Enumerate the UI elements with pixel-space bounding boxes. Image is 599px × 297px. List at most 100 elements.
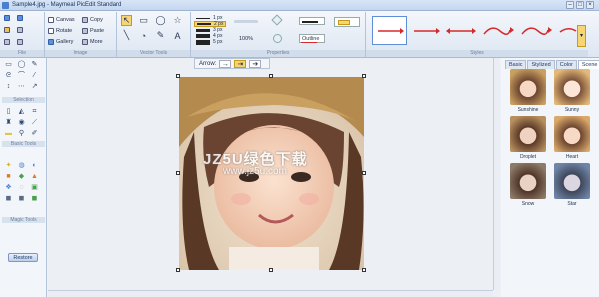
arrow-toolbar: Arrow: → ⇥ ➔ bbox=[194, 58, 270, 69]
print-icon[interactable] bbox=[17, 27, 23, 33]
magic-heal-icon[interactable]: ◼ bbox=[30, 195, 39, 203]
rect-select-icon[interactable]: ▭ bbox=[4, 61, 13, 69]
polygon-lasso-icon[interactable]: ⌒ bbox=[17, 72, 26, 80]
eraser-icon[interactable]: ▯ bbox=[4, 108, 13, 116]
arrow-type-1-icon[interactable]: → bbox=[219, 59, 232, 68]
arrow-style-gallery[interactable] bbox=[372, 16, 582, 46]
red-eye-icon[interactable]: ◉ bbox=[17, 119, 26, 127]
brush-select-icon[interactable]: ✎ bbox=[30, 61, 39, 69]
undo-icon[interactable] bbox=[4, 39, 10, 45]
tab-color[interactable]: Color bbox=[555, 60, 577, 69]
effect-thumbnail bbox=[554, 116, 590, 152]
magic-blur-icon[interactable]: ◍ bbox=[17, 162, 26, 170]
freehand-tool-icon[interactable]: ✎ bbox=[155, 30, 166, 41]
select-all-icon[interactable]: ⋯ bbox=[17, 83, 26, 91]
effect-droplet[interactable]: Droplet bbox=[506, 116, 550, 163]
resize-handle-l[interactable] bbox=[176, 171, 180, 175]
line-width-list[interactable]: 1 px 2 px 3 px 4 px 5 px bbox=[194, 15, 226, 45]
resize-handle-br[interactable] bbox=[362, 268, 366, 272]
minimize-button[interactable]: – bbox=[566, 1, 574, 9]
effect-snow[interactable]: Snow bbox=[506, 163, 550, 210]
magic-warm-icon[interactable]: ■ bbox=[4, 173, 13, 181]
fill-style-dropdown[interactable] bbox=[334, 17, 360, 27]
stamp-icon[interactable]: ♜ bbox=[4, 119, 13, 127]
magic-tools: ✦ ◍ ◐ ■ ◆ ▲ ❖ ◌ ▣ ◼ ◼ ◼ bbox=[4, 162, 42, 205]
resize-handle-bl[interactable] bbox=[176, 268, 180, 272]
pencil-icon[interactable]: ✐ bbox=[30, 130, 39, 138]
tab-stylized[interactable]: Stylized bbox=[527, 60, 555, 69]
fill-icon[interactable] bbox=[271, 14, 283, 26]
styles-group-label: Styles bbox=[366, 50, 588, 57]
lasso-icon[interactable]: ᘓ bbox=[4, 72, 13, 80]
magic-clone-icon[interactable]: ◼ bbox=[17, 195, 26, 203]
paste-button[interactable]: Paste bbox=[82, 26, 116, 36]
basic-tools: ▯ ◭ ⌗ ♜ ◉ ⟋ ▬ ⚲ ✐ bbox=[4, 108, 42, 140]
ellipse-select-icon[interactable]: ◯ bbox=[17, 61, 26, 69]
magic-lens-icon[interactable]: ◐ bbox=[30, 162, 39, 170]
vertical-scrollbar[interactable] bbox=[493, 58, 500, 290]
save-icon[interactable] bbox=[17, 15, 23, 21]
zoom-icon[interactable]: ⚲ bbox=[17, 130, 26, 138]
resize-handle-r[interactable] bbox=[362, 171, 366, 175]
magic-dodge-icon[interactable]: ◌ bbox=[17, 184, 26, 192]
new-file-icon[interactable] bbox=[4, 15, 10, 21]
effect-sunny[interactable]: Sunny bbox=[550, 69, 594, 116]
line-style-dropdown[interactable] bbox=[299, 17, 325, 25]
effect-thumbnail bbox=[510, 116, 546, 152]
style-arrow-5[interactable] bbox=[521, 27, 549, 35]
line-width-5px[interactable]: 5 px bbox=[194, 39, 226, 45]
straighten-icon[interactable]: ⟋ bbox=[30, 119, 39, 127]
redo-icon[interactable] bbox=[17, 39, 23, 45]
resize-handle-b[interactable] bbox=[269, 268, 273, 272]
gallery-icon bbox=[48, 39, 54, 45]
magic-brush-icon[interactable]: ✦ bbox=[4, 162, 13, 170]
rectangle-tool-icon[interactable]: ▭ bbox=[138, 15, 149, 26]
move-icon[interactable]: ↕ bbox=[4, 83, 13, 91]
ellipse-tool-icon[interactable]: ◯ bbox=[155, 15, 166, 26]
crop-icon[interactable]: ⌗ bbox=[30, 108, 39, 116]
expand-icon[interactable]: ↗ bbox=[30, 83, 39, 91]
effect-label: Droplet bbox=[519, 154, 537, 160]
arrow-tool-icon[interactable]: ↖ bbox=[121, 15, 132, 26]
canvas-button[interactable]: Canvas bbox=[48, 15, 82, 25]
line-tool-icon[interactable]: ╲ bbox=[121, 30, 132, 41]
copy-button[interactable]: Copy bbox=[82, 15, 116, 25]
selection-tools: ▭ ◯ ✎ ᘓ ⌒ ⁄ ↕ ⋯ ↗ bbox=[4, 61, 42, 93]
speech-bubble-tool-icon[interactable]: ◔ bbox=[138, 30, 149, 41]
open-folder-icon[interactable] bbox=[4, 27, 10, 33]
tab-basic[interactable]: Basic bbox=[505, 60, 527, 69]
magic-sharpen-icon[interactable]: ▲ bbox=[30, 173, 39, 181]
effect-sunshine[interactable]: Sunshine bbox=[506, 69, 550, 116]
resize-handle-tl[interactable] bbox=[176, 74, 180, 78]
rotate-button[interactable]: Rotate bbox=[48, 26, 82, 36]
fill-bucket-icon[interactable]: ◭ bbox=[17, 108, 26, 116]
text-tool-icon[interactable]: A bbox=[172, 30, 183, 41]
star-tool-icon[interactable]: ☆ bbox=[172, 15, 183, 26]
magic-saturate-icon[interactable]: ▣ bbox=[30, 184, 39, 192]
resize-handle-t[interactable] bbox=[269, 74, 273, 78]
styles-more-button[interactable]: ▾ bbox=[577, 25, 586, 47]
more-button[interactable]: More bbox=[82, 37, 116, 47]
arrow-type-3-icon[interactable]: ➔ bbox=[249, 59, 262, 68]
highlight-icon[interactable]: ▬ bbox=[4, 130, 13, 138]
horizontal-scrollbar[interactable] bbox=[48, 290, 493, 297]
restore-button[interactable]: Restore bbox=[8, 253, 38, 262]
opacity-slider[interactable] bbox=[234, 20, 258, 23]
close-button[interactable]: × bbox=[586, 1, 594, 9]
magic-color-icon[interactable]: ◆ bbox=[17, 173, 26, 181]
magic-smudge-icon[interactable]: ❖ bbox=[4, 184, 13, 192]
maximize-button[interactable]: □ bbox=[576, 1, 584, 9]
style-arrow-6[interactable] bbox=[559, 28, 577, 33]
tab-scene[interactable]: Scene bbox=[577, 60, 599, 69]
color-icon[interactable] bbox=[273, 34, 282, 43]
effect-star[interactable]: Star bbox=[550, 163, 594, 210]
arrow-type-2-icon[interactable]: ⇥ bbox=[234, 59, 247, 68]
image-group: Canvas Copy Rotate Paste Gallery More Im… bbox=[45, 12, 117, 57]
magic-burn-icon[interactable]: ◼ bbox=[4, 195, 13, 203]
magic-wand-icon[interactable]: ⁄ bbox=[30, 72, 39, 80]
style-arrow-4[interactable] bbox=[483, 27, 511, 35]
resize-handle-tr[interactable] bbox=[362, 74, 366, 78]
effect-heart[interactable]: Heart bbox=[550, 116, 594, 163]
gallery-button[interactable]: Gallery bbox=[48, 37, 82, 47]
effect-thumbnail bbox=[510, 163, 546, 199]
